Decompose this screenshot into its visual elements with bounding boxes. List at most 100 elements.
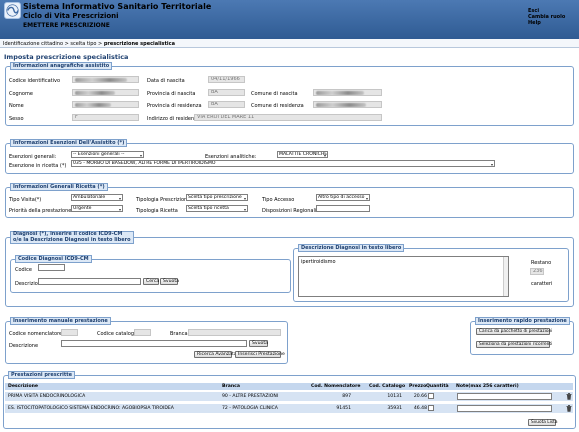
quantita-input[interactable]	[428, 405, 434, 411]
cognome-label: Cognome	[9, 91, 33, 97]
quantita-input[interactable]	[428, 393, 434, 399]
priorita-value: Urgente	[73, 206, 92, 211]
row-catalogo: 35931	[387, 406, 402, 411]
col-catalogo: Cod. Catalogo	[369, 384, 406, 389]
tipologia-ricetta-label: Tipologia Ricetta	[136, 208, 178, 214]
trash-icon[interactable]	[566, 393, 572, 400]
icd-codice-input[interactable]	[38, 264, 65, 271]
tipologia-ricetta-value: Scelta tipo ricetta	[188, 206, 229, 211]
carica-pacchetto-button[interactable]: Carica da pacchetto di prestazioni	[476, 328, 552, 335]
codice-field	[72, 76, 139, 83]
indirizzo-label: Indirizzo di residenza	[147, 116, 200, 122]
esenzioni-analitiche-value: MALATTIE CRONICHE	[279, 152, 328, 157]
tipo-accesso-select[interactable]: Altro tipo di accesso ▾	[316, 194, 370, 201]
diagnosi-testo-libero-textarea[interactable]: ipertiroidismo	[298, 256, 509, 297]
esenzione-ricetta-select[interactable]: 035 - MORBO DI BASEDOW, ALTRE FORME DI I…	[71, 160, 495, 167]
codice-catalogo-field	[134, 329, 151, 336]
chevron-down-icon: ▾	[490, 162, 493, 167]
row-descrizione: ES. ISTOCITOPATOLOGICO SISTEMA ENDOCRINO…	[8, 406, 174, 411]
tipologia-ricetta-select[interactable]: Scelta tipo ricetta ▾	[186, 205, 248, 212]
col-nomenclatore: Cod. Nomenclatore	[311, 384, 361, 389]
restano-field: 236	[530, 268, 544, 275]
chevron-down-icon: ▾	[243, 196, 246, 201]
breadcrumb-item-scelta[interactable]: scelta tipo	[70, 41, 96, 47]
col-note: Note(max 256 caratteri)	[456, 384, 519, 389]
testo-libero-legend: Descrizione Diagnosi in testo libero	[298, 244, 405, 252]
col-quantita: Quantità	[426, 384, 449, 389]
tipologia-prescrizione-label: Tipologia Prescrizione	[136, 197, 191, 203]
svuota-manuale-button[interactable]: Svuota	[249, 340, 268, 347]
manuale-legend: Inserimento manuale prestazione	[10, 317, 111, 325]
row-descrizione: PRIMA VISITA ENDOCRINOLOGICA	[8, 394, 86, 399]
page-title: Imposta prescrizione specialistica	[4, 53, 129, 61]
esenzione-ricetta-label: Esenzione in ricetta (*)	[9, 163, 67, 169]
row-branca: 90 - ALTRE PRESTAZIONI	[222, 394, 279, 399]
sesso-label: Sesso	[9, 116, 24, 122]
codice-label: Codice identificativo	[9, 78, 61, 84]
tipo-visita-select[interactable]: Ambulatoriale ▾	[71, 194, 123, 201]
esenzioni-analitiche-select[interactable]: MALATTIE CRONICHE ▾	[277, 151, 328, 158]
col-branca: Branca	[222, 384, 240, 389]
esenzione-ricetta-value: 035 - MORBO DI BASEDOW, ALTRE FORME DI I…	[73, 161, 216, 166]
header-links: Esci Cambia ruolo Help	[528, 8, 565, 26]
tipo-accesso-value: Altro tipo di accesso	[318, 195, 365, 200]
section-title: EMETTERE PRESCRIZIONE	[23, 22, 110, 29]
comune-res-field	[313, 101, 382, 108]
diagnosi-legend-line2: o/e la Descrizione Diagnosi in testo lib…	[13, 236, 131, 243]
row-prezzo: 46.48	[413, 406, 427, 411]
note-input[interactable]	[457, 393, 552, 400]
table-row: ES. ISTOCITOPATOLOGICO SISTEMA ENDOCRINO…	[5, 403, 573, 413]
disposizioni-input[interactable]	[316, 205, 370, 212]
icd-legend: Codice Diagnosi ICD9-CM	[15, 255, 92, 263]
breadcrumb-separator: >	[64, 41, 69, 47]
breadcrumb: Identificazione cittadino > scelta tipo …	[3, 41, 175, 47]
row-prezzo: 20.66	[413, 394, 427, 399]
esenzioni-generali-select[interactable]: -- Esenzioni generali -- ▾	[71, 151, 144, 158]
textarea-scrollbar[interactable]	[503, 257, 508, 296]
help-link[interactable]: Help	[528, 20, 565, 26]
trash-icon[interactable]	[566, 405, 572, 412]
disposizioni-label: Disposizioni Regionali	[262, 208, 317, 214]
data-nascita-field: 04/11/1966	[208, 76, 245, 83]
tipo-visita-value: Ambulatoriale	[73, 195, 106, 200]
col-prezzo: Prezzo	[409, 384, 427, 389]
branca-label: Branca:	[170, 331, 190, 337]
chevron-down-icon: ▾	[118, 207, 121, 212]
breadcrumb-separator: >	[98, 41, 103, 47]
chevron-down-icon: ▾	[365, 196, 368, 201]
row-branca: 72 - PATOLOGIA CLINICA	[222, 406, 278, 411]
inserisci-prestazione-button[interactable]: Inserisci Prestazione	[235, 351, 285, 358]
prov-res-label: Provincia di residenza	[147, 103, 202, 109]
ricetta-legend: Informazioni Generali Ricetta (*)	[10, 183, 108, 191]
cerca-button[interactable]: Cerca	[143, 278, 159, 285]
table-row: PRIMA VISITA ENDOCRINOLOGICA 90 - ALTRE …	[5, 391, 573, 401]
codice-nomenclatore-field	[61, 329, 78, 336]
tipologia-prescrizione-select[interactable]: Scelta tipo prescrizione ▾	[186, 194, 248, 201]
comune-nascita-label: Comune di nascita	[251, 91, 298, 97]
svuota-lista-button[interactable]: Svuota Lista	[528, 419, 557, 426]
nome-label: Nome	[9, 103, 24, 109]
seleziona-ricorrenti-button[interactable]: Seleziona da prestazioni ricorrenti	[476, 341, 552, 348]
svuota-diagnosi-button[interactable]: Svuota	[160, 278, 179, 285]
prov-res-field: BA	[208, 101, 245, 108]
tipologia-prescrizione-value: Scelta tipo prescrizione	[188, 195, 242, 200]
app-title: Sistema Informativo Sanitario Territoria…	[23, 2, 212, 11]
indirizzo-field: VIA EROI DEL MARE 11	[194, 114, 382, 121]
sesso-field: F	[72, 114, 139, 121]
caratteri-label: caratteri	[531, 281, 553, 287]
prov-nascita-label: Provincia di nascita	[147, 91, 196, 97]
rapido-legend: Inserimento rapido prestazione	[475, 317, 570, 325]
prov-nascita-field: BA	[208, 89, 245, 96]
manuale-descrizione-input[interactable]	[61, 340, 247, 347]
app-subtitle: Ciclo di Vita Prescrizioni	[23, 12, 119, 20]
chevron-down-icon: ▾	[243, 207, 246, 212]
breadcrumb-item-identificazione[interactable]: Identificazione cittadino	[3, 41, 63, 47]
tipo-accesso-label: Tipo Accesso	[262, 197, 295, 203]
priorita-label: Priorità della prestazione	[9, 208, 72, 214]
icd-descrizione-input[interactable]	[38, 278, 141, 285]
icd-codice-label: Codice	[15, 267, 32, 273]
ricerca-avanzata-button[interactable]: Ricerca Avanzata	[194, 351, 237, 358]
priorita-select[interactable]: Urgente ▾	[71, 205, 123, 212]
tipo-visita-label: Tipo Visita(*)	[9, 197, 42, 203]
note-input[interactable]	[457, 405, 552, 412]
